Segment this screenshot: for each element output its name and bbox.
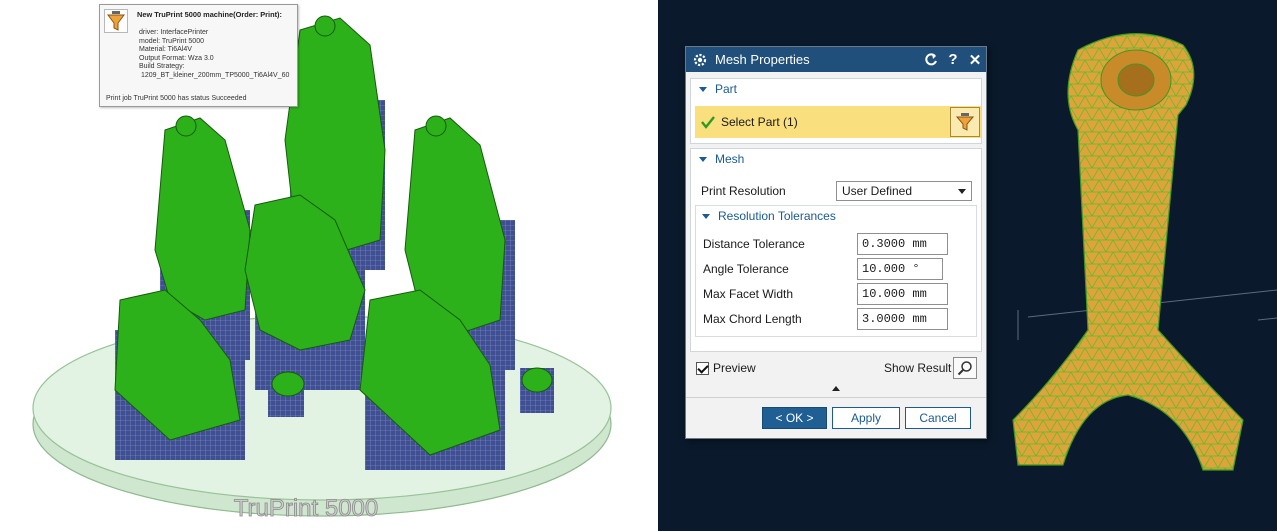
- print-resolution-select[interactable]: User Defined: [836, 181, 972, 201]
- printer-funnel-icon: [104, 9, 128, 33]
- select-part-row[interactable]: Select Part (1): [695, 106, 981, 138]
- max-chord-length-row: Max Chord Length 3.0000 mm: [696, 308, 976, 330]
- apply-button[interactable]: Apply: [832, 407, 900, 429]
- show-result-control: Show Result: [884, 357, 978, 379]
- graphics-viewport[interactable]: Mesh Properties ? ✕ Part Select Part (1): [658, 0, 1277, 531]
- meshed-part: [1012, 33, 1244, 471]
- reset-icon[interactable]: [920, 49, 942, 71]
- tooltip-line: model: TruPrint 5000: [139, 37, 204, 45]
- preview-checkbox[interactable]: [696, 361, 709, 375]
- distance-tolerance-row: Distance Tolerance 0.3000 mm: [696, 233, 976, 255]
- part-group: Part Select Part (1): [690, 78, 982, 144]
- angle-tolerance-input[interactable]: 10.000 °: [857, 258, 943, 280]
- max-facet-width-input[interactable]: 10.000 mm: [857, 283, 948, 305]
- print-resolution-row: Print Resolution User Defined: [691, 180, 981, 202]
- preview-toggle[interactable]: Preview: [696, 358, 756, 378]
- distance-tolerance-label: Distance Tolerance: [703, 237, 805, 251]
- funnel-icon[interactable]: [950, 107, 980, 137]
- ok-button[interactable]: < OK >: [762, 407, 827, 429]
- max-chord-length-label: Max Chord Length: [703, 312, 802, 326]
- part-group-label: Part: [715, 82, 738, 96]
- tooltip-line: Material: Ti6Al4V: [139, 46, 192, 54]
- tooltip-line: 1209_BT_kleiner_200mm_TP5000_Ti6Al4V_60: [141, 71, 290, 79]
- select-part-label: Select Part (1): [721, 115, 798, 129]
- build-plate-view: TruPrint 5000 New TruPrint 5000 machine(…: [0, 0, 640, 531]
- gear-icon: [692, 52, 708, 68]
- distance-tolerance-input[interactable]: 0.3000 mm: [857, 233, 948, 255]
- collapse-triangle-icon: [702, 213, 710, 219]
- help-icon[interactable]: ?: [942, 49, 964, 71]
- part-group-header[interactable]: Part: [691, 79, 981, 99]
- collapse-triangle-icon: [699, 156, 707, 162]
- mesh-group-label: Mesh: [715, 152, 745, 166]
- max-facet-width-row: Max Facet Width 10.000 mm: [696, 283, 976, 305]
- resolution-tolerances-header[interactable]: Resolution Tolerances: [696, 206, 976, 226]
- preview-label: Preview: [713, 361, 756, 375]
- angle-tolerance-row: Angle Tolerance 10.000 °: [696, 258, 976, 280]
- resolution-tolerances-group: Resolution Tolerances Distance Tolerance…: [695, 205, 977, 337]
- chevron-down-icon: [958, 189, 966, 194]
- print-resolution-value: User Defined: [842, 184, 913, 198]
- divider: [686, 397, 986, 398]
- tooltip-footer: Print job TruPrint 5000 has status Succe…: [106, 95, 247, 102]
- tooltip-line: Output Format: Wza 3.0: [139, 54, 214, 62]
- print-resolution-label: Print Resolution: [701, 184, 786, 198]
- max-facet-width-label: Max Facet Width: [703, 287, 794, 301]
- tooltip-line: Build Strategy:: [139, 63, 185, 71]
- build-plate-render: TruPrint 5000: [32, 15, 612, 522]
- expand-more-icon[interactable]: [832, 386, 840, 391]
- check-icon: [701, 115, 715, 129]
- magnifier-icon[interactable]: [953, 357, 978, 379]
- dialog-title: Mesh Properties: [715, 52, 810, 67]
- resolution-tolerances-label: Resolution Tolerances: [718, 209, 836, 223]
- mesh-group: Mesh Print Resolution User Defined Resol…: [690, 148, 982, 352]
- collapse-triangle-icon: [699, 86, 707, 92]
- tooltip-line: driver: InterfacePrinter: [139, 29, 209, 36]
- plate-label: TruPrint 5000: [234, 495, 379, 522]
- max-chord-length-input[interactable]: 3.0000 mm: [857, 308, 948, 330]
- mesh-group-header[interactable]: Mesh: [691, 149, 981, 169]
- angle-tolerance-label: Angle Tolerance: [703, 262, 789, 276]
- job-status-tooltip: New TruPrint 5000 machine(Order: Print):…: [99, 4, 298, 107]
- tooltip-title: New TruPrint 5000 machine(Order: Print):: [137, 10, 282, 19]
- dialog-titlebar[interactable]: Mesh Properties ? ✕: [686, 47, 986, 72]
- mesh-properties-dialog[interactable]: Mesh Properties ? ✕ Part Select Part (1): [685, 46, 987, 439]
- cancel-button[interactable]: Cancel: [905, 407, 971, 429]
- close-icon[interactable]: ✕: [964, 49, 986, 71]
- show-result-label: Show Result: [884, 361, 952, 375]
